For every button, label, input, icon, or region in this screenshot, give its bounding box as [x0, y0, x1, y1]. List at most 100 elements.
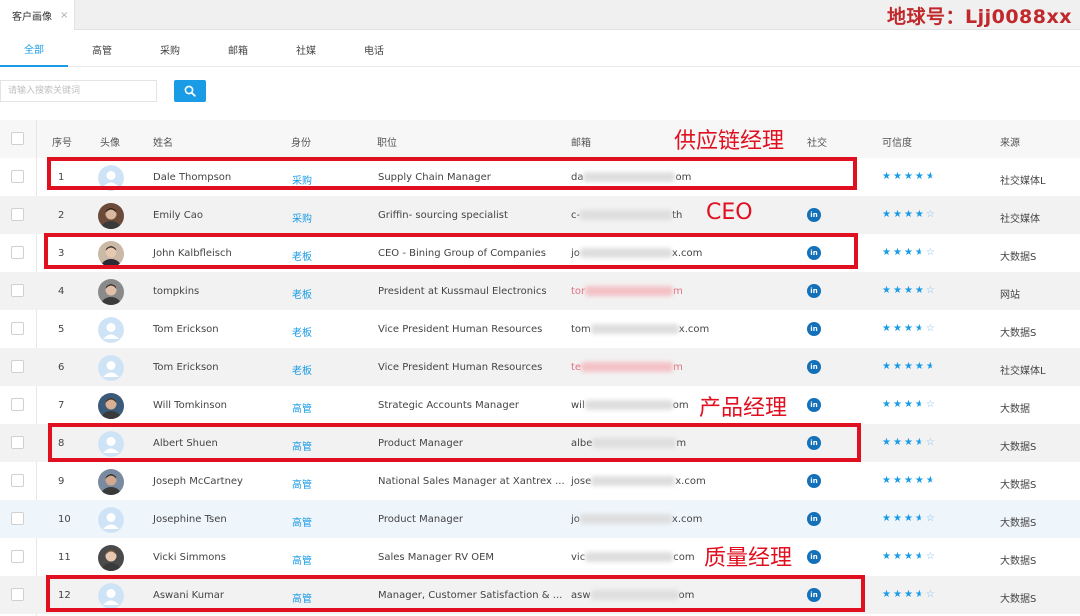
role-link[interactable]: 老板: [292, 286, 312, 301]
email-text[interactable]: te m: [571, 362, 683, 373]
top-tab-bar: 客户画像 × 地球号：Ljj0088xx: [0, 0, 1080, 30]
avatar[interactable]: [98, 393, 124, 419]
star-empty-icon: ☆: [925, 209, 937, 220]
contact-name[interactable]: tompkins: [153, 286, 199, 297]
close-icon[interactable]: ×: [60, 10, 68, 21]
table-row[interactable]: 11 Vicki Simmons 高管 Sales Manager RV OEM vic…: [0, 538, 1080, 576]
role-link[interactable]: 老板: [292, 324, 312, 339]
person-photo-icon: [98, 393, 124, 419]
email-text[interactable]: tor m: [571, 286, 683, 297]
row-number: 7: [58, 400, 65, 411]
doc-tab-label: 客户画像: [12, 11, 52, 23]
default-avatar-icon: [98, 317, 124, 343]
col-header-email[interactable]: 邮箱: [571, 134, 591, 149]
tab-email[interactable]: 邮箱: [204, 31, 272, 67]
table-row[interactable]: 5 Tom Erickson 老板 Vice President Human Reso…: [0, 310, 1080, 348]
tab-social[interactable]: 社媒: [272, 31, 340, 67]
email-text[interactable]: c-th: [571, 210, 682, 221]
row-checkbox[interactable]: [11, 550, 24, 563]
email-text[interactable]: tom x.com: [571, 324, 709, 335]
col-header-name[interactable]: 姓名: [153, 134, 173, 149]
avatar[interactable]: [98, 355, 124, 381]
contact-name[interactable]: Emily Cao: [153, 210, 203, 221]
row-checkbox[interactable]: [11, 360, 24, 373]
linkedin-icon[interactable]: in: [807, 360, 821, 374]
email-visible-start: jo: [571, 514, 580, 525]
role-link[interactable]: 老板: [292, 362, 312, 377]
row-checkbox[interactable]: [11, 512, 24, 525]
email-text[interactable]: jo x.com: [571, 514, 702, 525]
table-row[interactable]: 4 tompkins 老板 President at Kussmaul Electro…: [0, 272, 1080, 310]
linkedin-icon[interactable]: in: [807, 322, 821, 336]
col-header-position[interactable]: 职位: [377, 134, 397, 149]
row-number: 2: [58, 210, 65, 221]
contact-name[interactable]: Will Tomkinson: [153, 400, 227, 411]
row-checkbox[interactable]: [11, 436, 24, 449]
row-checkbox[interactable]: [11, 588, 24, 601]
row-checkbox[interactable]: [11, 170, 24, 183]
watermark: 地球号：Ljj0088xx: [886, 6, 1072, 28]
row-checkbox[interactable]: [11, 322, 24, 335]
email-visible-start: jose: [571, 476, 592, 487]
tab-all[interactable]: 全部: [0, 31, 68, 67]
avatar[interactable]: [98, 279, 124, 305]
source-text: 大数据S: [1000, 518, 1037, 529]
select-all-checkbox[interactable]: [11, 132, 24, 145]
source-text: 大数据S: [1000, 328, 1037, 339]
search-button[interactable]: [174, 80, 206, 102]
contact-name[interactable]: Tom Erickson: [153, 324, 219, 335]
linkedin-icon[interactable]: in: [807, 512, 821, 526]
email-redacted-blur: [585, 286, 674, 296]
avatar[interactable]: [98, 545, 124, 571]
col-header-role[interactable]: 身份: [291, 134, 311, 149]
star-full-icon: ★: [892, 323, 904, 334]
avatar[interactable]: [98, 469, 124, 495]
tab-procurement[interactable]: 采购: [136, 31, 204, 67]
row-checkbox[interactable]: [11, 474, 24, 487]
role-link[interactable]: 高管: [292, 552, 312, 567]
star-full-icon: ★: [882, 399, 893, 410]
position-text: Vice President Human Resources: [378, 324, 543, 335]
linkedin-icon[interactable]: in: [807, 550, 821, 564]
doc-tab-customer-profile[interactable]: 客户画像 ×: [0, 0, 75, 30]
table-row[interactable]: 10 Josephine Tsen 高管 Product Manager jo x.com…: [0, 500, 1080, 538]
table-row[interactable]: 7 Will Tomkinson 高管 Strategic Accounts Mana…: [0, 386, 1080, 424]
star-half-icon: ★: [914, 247, 926, 258]
row-checkbox[interactable]: [11, 208, 24, 221]
linkedin-icon[interactable]: in: [807, 398, 821, 412]
contact-name[interactable]: Josephine Tsen: [153, 514, 227, 525]
avatar[interactable]: [98, 317, 124, 343]
annotation-label-product-manager: 产品经理: [699, 396, 788, 421]
col-header-credibility[interactable]: 可信度: [882, 134, 912, 149]
row-checkbox[interactable]: [11, 284, 24, 297]
email-text[interactable]: wil om: [571, 400, 689, 411]
table-row[interactable]: 9 Joseph McCartney 高管 National Sales Manage…: [0, 462, 1080, 500]
avatar[interactable]: [98, 507, 124, 533]
col-header-social[interactable]: 社交: [807, 134, 827, 149]
role-link[interactable]: 高管: [292, 400, 312, 415]
row-number: 5: [58, 324, 65, 335]
tab-executives[interactable]: 高管: [68, 31, 136, 67]
role-link[interactable]: 采购: [292, 210, 312, 225]
row-number: 10: [58, 514, 71, 525]
linkedin-icon[interactable]: in: [807, 474, 821, 488]
star-full-icon: ★: [882, 361, 893, 372]
linkedin-icon[interactable]: in: [807, 284, 821, 298]
role-link[interactable]: 高管: [292, 476, 312, 491]
email-text[interactable]: jose x.com: [571, 476, 706, 487]
contact-name[interactable]: Joseph McCartney: [153, 476, 243, 487]
row-checkbox[interactable]: [11, 398, 24, 411]
contact-name[interactable]: Tom Erickson: [153, 362, 219, 373]
table-row[interactable]: 2 Emily Cao 采购 Griffin- sourcing specialist…: [0, 196, 1080, 234]
avatar[interactable]: [98, 203, 124, 229]
search-input[interactable]: [0, 80, 157, 102]
col-header-source[interactable]: 来源: [1000, 134, 1020, 149]
role-link[interactable]: 高管: [292, 514, 312, 529]
table-row[interactable]: 6 Tom Erickson 老板 Vice President Human Reso…: [0, 348, 1080, 386]
tab-phone[interactable]: 电话: [340, 31, 408, 67]
row-checkbox[interactable]: [11, 246, 24, 259]
email-text[interactable]: vic com: [571, 552, 695, 563]
contact-name[interactable]: Vicki Simmons: [153, 552, 226, 563]
linkedin-icon[interactable]: in: [807, 208, 821, 222]
star-full-icon: ★: [882, 323, 893, 334]
